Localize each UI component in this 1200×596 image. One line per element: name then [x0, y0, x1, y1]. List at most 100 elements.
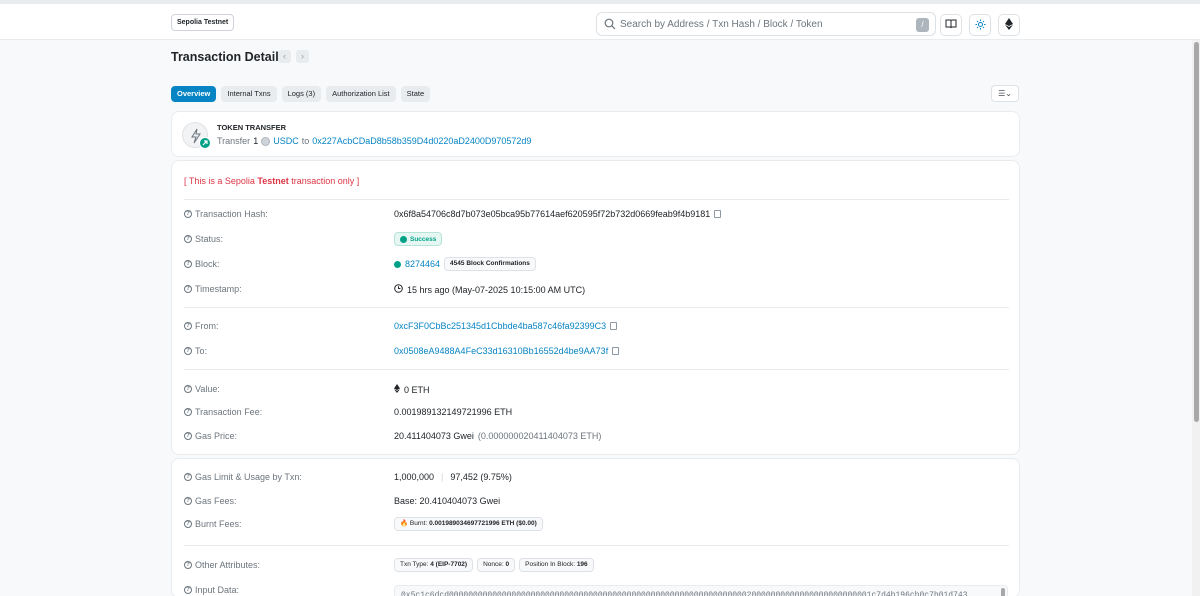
value-label: Value:	[195, 384, 220, 394]
gas-fees-value: Base: 20.410404073 Gwei	[394, 496, 501, 506]
tx-fee-row: ? Transaction Fee: 0.001989132149721996 E…	[184, 407, 1014, 419]
token-transfer-title: TOKEN TRANSFER	[217, 123, 287, 132]
page-scrollbar[interactable]	[1192, 40, 1200, 596]
help-icon[interactable]: ?	[184, 408, 192, 416]
position-value: 196	[576, 561, 588, 568]
other-attributes-label: Other Attributes:	[195, 560, 261, 570]
other-attributes-row: ? Other Attributes: Txn Type: 4 (EIP-7702…	[184, 558, 1014, 572]
gas-price-row: ? Gas Price: 20.411404073 Gwei (0.00000002…	[184, 431, 1014, 443]
tab-logs[interactable]: Logs (3)	[281, 86, 322, 102]
fire-icon: 🔥	[400, 520, 409, 527]
transfer-to-address[interactable]: 0x227AcbCDaD8b58b359D4d0220aD2400D970572…	[312, 136, 531, 146]
tx-hash-value: 0x6f8a54706c8d7b073e05bca95b77614aef6205…	[394, 209, 711, 219]
value-row: ? Value: 0 ETH	[184, 384, 1014, 396]
token-transfer-line: Transfer 1 USDC to 0x227AcbCDaD8b58b359D…	[217, 136, 531, 146]
confirmations-text: 4545 Block Confirmations	[450, 260, 530, 267]
more-details-card: ? Gas Limit & Usage by Txn: 1,000,000 | 97,…	[171, 458, 1020, 596]
arrow-out-icon	[199, 137, 211, 149]
nonce-badge: Nonce: 0	[477, 558, 516, 572]
gas-limit-value: 1,000,000	[394, 472, 435, 482]
separator: |	[441, 472, 444, 482]
tab-bar: Overview Internal Txns Logs (3) Authoriz…	[171, 86, 431, 102]
testnet-notice: [ This is a Sepolia Testnet transaction …	[184, 176, 359, 186]
transaction-details-card: [ This is a Sepolia Testnet transaction …	[171, 160, 1020, 455]
help-icon[interactable]: ?	[184, 285, 192, 293]
timestamp-label: Timestamp:	[195, 284, 242, 294]
txn-type-value: 4 (EIP-7702)	[430, 561, 468, 568]
gas-fees-row: ? Gas Fees: Base: 20.410404073 Gwei	[184, 496, 1014, 508]
help-icon[interactable]: ?	[184, 235, 192, 243]
block-row: ? Block: 8274464 4545 Block Confirmations	[184, 257, 1014, 271]
next-tx-button[interactable]: ›	[296, 50, 309, 63]
search-input[interactable]: Search by Address / Txn Hash / Block / T…	[620, 19, 823, 30]
burnt-fees-badge: 🔥 Burnt: 0.001989034697721996 ETH ($0.00…	[394, 517, 543, 531]
help-icon[interactable]: ?	[184, 520, 192, 528]
prev-tx-button[interactable]: ‹	[278, 50, 291, 63]
burnt-fees-row: ? Burnt Fees: 🔥 Burnt: 0.0019890346977219…	[184, 517, 1014, 531]
help-icon[interactable]: ?	[184, 347, 192, 355]
input-data-box[interactable]: 0x5c1c6dcd000000000000000000000000000000…	[394, 585, 1008, 596]
position-badge: Position In Block: 196	[519, 558, 594, 572]
burnt-fees-label: Burnt Fees:	[195, 519, 242, 529]
copy-icon[interactable]	[610, 322, 618, 330]
burnt-prefix: Burnt:	[409, 520, 428, 527]
top-navbar: Sepolia Testnet Search by Address / Txn …	[0, 0, 1200, 40]
help-icon[interactable]: ?	[184, 561, 192, 569]
block-number-link[interactable]: 8274464	[405, 259, 440, 269]
search-shortcut-key: /	[916, 18, 929, 32]
nonce-value: 0	[505, 561, 510, 568]
status-badge: Success	[394, 232, 443, 246]
usdc-token-icon	[261, 136, 271, 146]
gas-limit-row: ? Gas Limit & Usage by Txn: 1,000,000 | 97,…	[184, 472, 1014, 484]
notice-text-bold: Testnet	[257, 176, 289, 186]
help-icon[interactable]: ?	[184, 260, 192, 268]
txn-type-badge: Txn Type: 4 (EIP-7702)	[394, 558, 474, 572]
help-icon[interactable]: ?	[184, 497, 192, 505]
transfer-amount: 1	[253, 136, 259, 146]
token-link[interactable]: USDC	[273, 136, 299, 146]
tx-fee-label: Transaction Fee:	[195, 407, 263, 417]
book-button[interactable]	[940, 14, 962, 36]
to-address-link[interactable]: 0x0508eA9488A4FeC33d16310Bb16552d4be9AA7…	[394, 346, 608, 356]
check-circle-icon	[394, 260, 401, 268]
network-switch-button[interactable]	[998, 14, 1020, 36]
input-data-scrollbar[interactable]	[1001, 588, 1005, 596]
gas-price-label: Gas Price:	[195, 431, 238, 441]
clock-icon	[394, 284, 403, 295]
gas-price-eth: (0.000000020411404073 ETH)	[477, 431, 602, 441]
tab-state[interactable]: State	[400, 86, 431, 102]
timestamp-value: 15 hrs ago (May-07-2025 10:15:00 AM UTC)	[407, 284, 586, 295]
chevron-left-icon: ‹	[283, 51, 286, 61]
divider	[184, 369, 1009, 370]
to-word: to	[301, 136, 310, 146]
help-icon[interactable]: ?	[184, 210, 192, 218]
help-icon[interactable]: ?	[184, 473, 192, 481]
tab-internal-txns[interactable]: Internal Txns	[221, 86, 277, 102]
position-key: Position In Block:	[525, 561, 575, 568]
burnt-value: 0.001989034697721996 ETH ($0.00)	[429, 520, 537, 527]
help-icon[interactable]: ?	[184, 322, 192, 330]
txn-type-key: Txn Type:	[400, 561, 429, 568]
from-row: ? From: 0xcF3F0CbBc251345d1Cbbde4ba587c46…	[184, 321, 1014, 333]
view-options-button[interactable]: ☰⌄	[991, 85, 1019, 102]
tab-overview[interactable]: Overview	[171, 86, 217, 102]
from-address-link[interactable]: 0xcF3F0CbBc251345d1Cbbde4ba587c46fa92399…	[394, 321, 606, 331]
copy-icon[interactable]	[714, 210, 722, 218]
page-title: Transaction Details	[171, 50, 286, 64]
network-badge[interactable]: Sepolia Testnet	[171, 14, 235, 31]
theme-toggle-button[interactable]	[969, 14, 991, 36]
help-icon[interactable]: ?	[184, 586, 192, 594]
chevron-right-icon: ›	[301, 51, 304, 61]
divider	[184, 545, 1009, 546]
help-icon[interactable]: ?	[184, 432, 192, 440]
transfer-prefix: Transfer	[217, 136, 251, 146]
book-icon	[945, 19, 957, 31]
scrollbar-thumb[interactable]	[1194, 42, 1199, 422]
timestamp-row: ? Timestamp: 15 hrs ago (May-07-2025 10:1…	[184, 284, 1014, 296]
help-icon[interactable]: ?	[184, 385, 192, 393]
tab-authorization-list[interactable]: Authorization List	[326, 86, 396, 102]
search-bar[interactable]: Search by Address / Txn Hash / Block / T…	[596, 12, 936, 36]
copy-icon[interactable]	[612, 347, 620, 355]
list-menu-icon: ☰⌄	[998, 89, 1012, 98]
gas-fees-label: Gas Fees:	[195, 496, 237, 506]
